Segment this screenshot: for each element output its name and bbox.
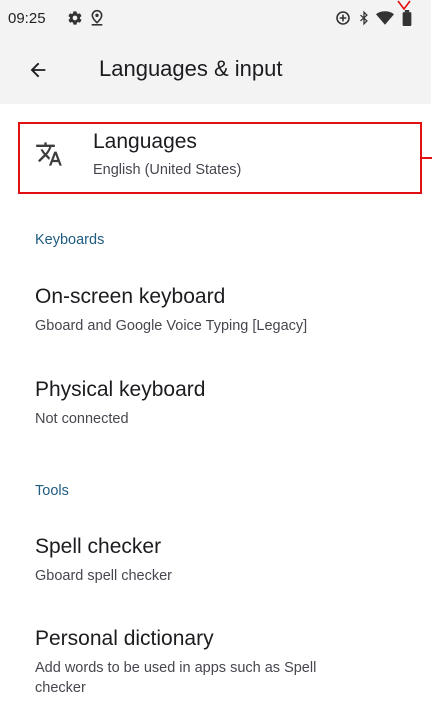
translate-icon [36, 142, 62, 166]
section-header-tools: Tools [35, 483, 69, 499]
gear-icon [66, 9, 84, 27]
languages-subtitle: English (United States) [93, 162, 242, 178]
personal-dictionary-item[interactable]: Personal dictionary Add words to be used… [0, 616, 431, 705]
app-bar: Languages & input [0, 36, 431, 104]
personal-dictionary-title: Personal dictionary [35, 627, 214, 650]
languages-title: Languages [93, 130, 197, 153]
data-saver-icon [334, 9, 352, 27]
status-time: 09:25 [8, 10, 46, 27]
on-screen-keyboard-item[interactable]: On-screen keyboard Gboard and Google Voi… [0, 272, 431, 352]
right-edge-strip [431, 0, 440, 705]
location-icon [88, 9, 106, 27]
section-header-keyboards: Keyboards [35, 232, 105, 248]
battery-icon [398, 9, 416, 27]
spell-checker-title: Spell checker [35, 535, 162, 558]
highlight-connector-line [422, 157, 432, 159]
bluetooth-icon [355, 9, 373, 27]
languages-item[interactable] [0, 120, 431, 196]
on-screen-keyboard-title: On-screen keyboard [35, 285, 226, 308]
status-bar: 09:25 [0, 0, 431, 36]
back-button[interactable] [24, 56, 52, 84]
spell-checker-subtitle: Gboard spell checker [35, 568, 173, 584]
personal-dictionary-subtitle: Add words to be used in apps such as Spe… [35, 660, 317, 696]
on-screen-keyboard-subtitle: Gboard and Google Voice Typing [Legacy] [35, 318, 308, 334]
wifi-icon [376, 9, 394, 27]
annotation-arrow-icon [397, 0, 411, 10]
physical-keyboard-item[interactable]: Physical keyboard Not connected [0, 366, 431, 446]
physical-keyboard-title: Physical keyboard [35, 378, 206, 401]
spell-checker-item[interactable]: Spell checker Gboard spell checker [0, 522, 431, 602]
arrow-back-icon [30, 62, 46, 78]
page-title: Languages & input [99, 56, 283, 81]
physical-keyboard-subtitle: Not connected [35, 411, 129, 427]
